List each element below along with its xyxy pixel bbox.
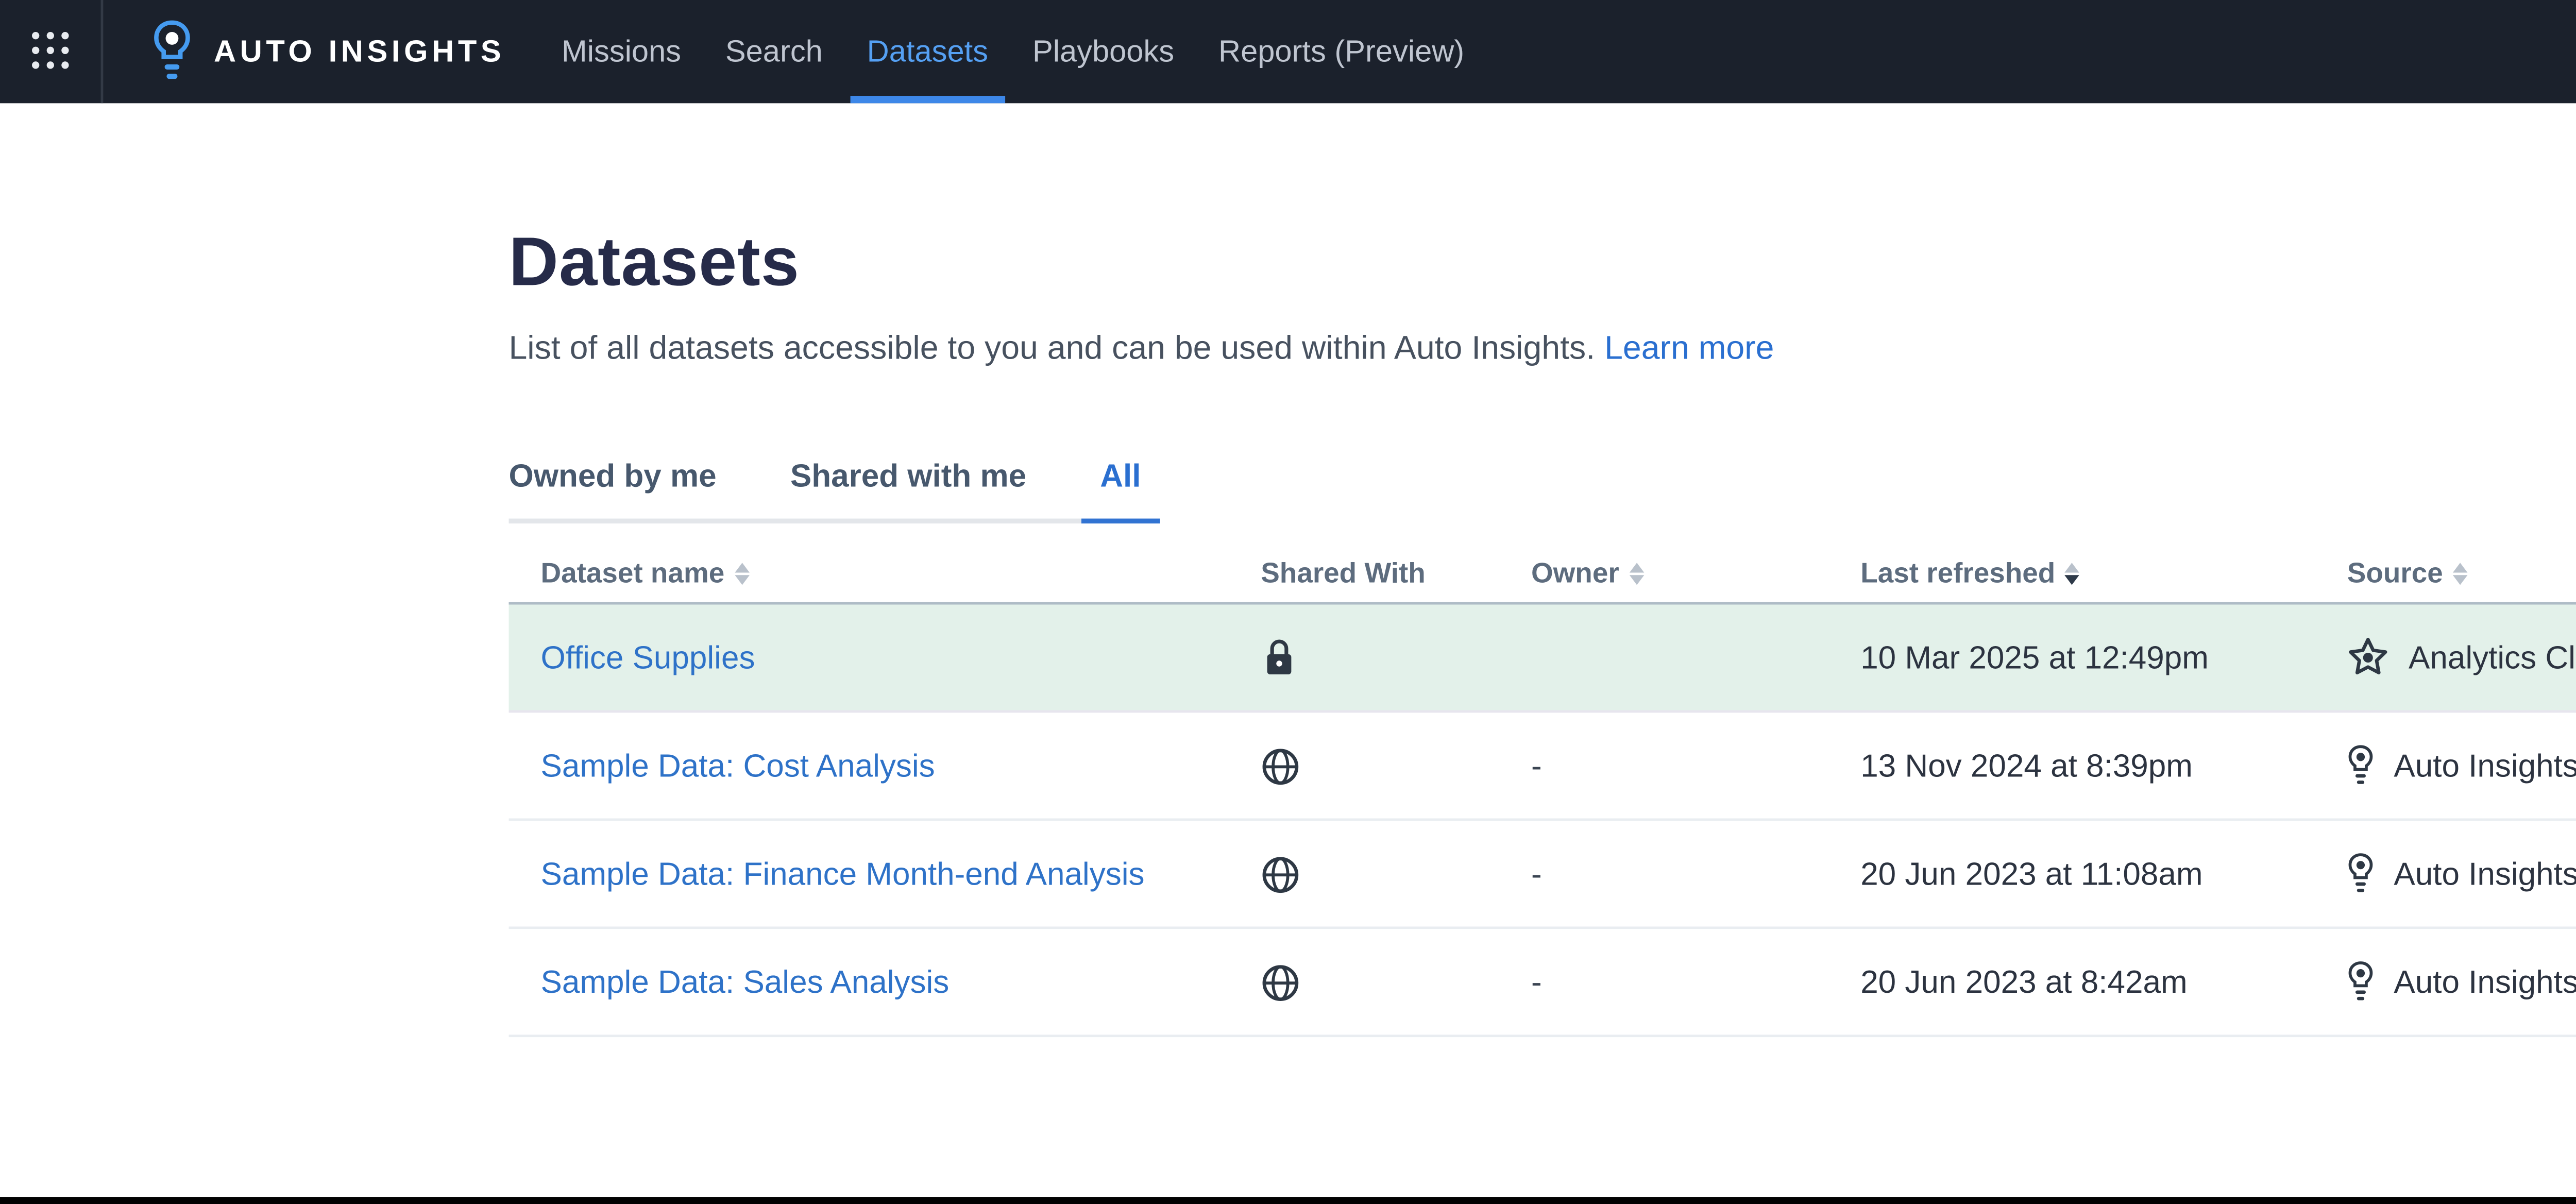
shared-with-cell — [1261, 637, 1531, 679]
nav-item-playbooks[interactable]: Playbooks — [1010, 0, 1196, 103]
source-cell: Auto Insights-Sample Dataset — [2347, 853, 2576, 894]
lightbulb-icon — [2347, 961, 2374, 1003]
app-grid-icon — [31, 32, 70, 71]
screen: AUTO INSIGHTS Missions Search Datasets P… — [0, 0, 2576, 1204]
column-header-dataset-name[interactable]: Dataset name — [509, 559, 1261, 588]
tab-owned-by-me[interactable]: Owned by me — [509, 443, 736, 523]
source-label: Auto Insights-Sample Dataset — [2394, 855, 2576, 892]
owner-cell: - — [1531, 963, 1860, 1000]
lightbulb-logo-icon — [152, 20, 192, 83]
dataset-name-cell: Sample Data: Cost Analysis — [509, 743, 1261, 788]
dataset-name-link[interactable]: Sample Data: Sales Analysis — [540, 962, 949, 999]
globe-icon — [1261, 746, 1300, 785]
owner-cell: - — [1531, 747, 1860, 784]
bottom-edge-bar — [0, 1197, 2576, 1204]
table-header-row: Dataset name Shared With Owner Last refresh… — [509, 546, 2576, 604]
source-cell: Auto Insights-Sample Dataset — [2347, 744, 2576, 786]
shared-with-cell — [1261, 854, 1531, 893]
owner-cell: - — [1531, 855, 1860, 892]
page-title: Datasets — [509, 226, 2576, 300]
column-header-owner[interactable]: Owner — [1531, 559, 1860, 588]
sort-arrows-icon — [2065, 563, 2080, 585]
dataset-name-link[interactable]: Office Supplies — [540, 638, 755, 675]
last-refreshed-cell: 20 Jun 2023 at 11:08am — [1860, 855, 2347, 892]
nav-item-datasets[interactable]: Datasets — [845, 0, 1010, 103]
nav-item-missions[interactable]: Missions — [539, 0, 703, 103]
globe-icon — [1261, 854, 1300, 893]
dataset-name-link[interactable]: Sample Data: Finance Month-end Analysis — [540, 854, 1144, 891]
column-label: Shared With — [1261, 559, 1426, 588]
sort-arrows-icon — [2453, 563, 2468, 585]
column-label: Source — [2347, 559, 2443, 588]
table-row: Sample Data: Sales Analysis - — [509, 929, 2576, 1037]
brand-name: AUTO INSIGHTS — [214, 35, 505, 69]
tab-shared-with-me[interactable]: Shared with me — [771, 443, 1046, 523]
source-cell: Auto Insights-Sample Dataset — [2347, 961, 2576, 1003]
source-label: Auto Insights-Sample Dataset — [2394, 963, 2576, 1000]
column-header-last-refreshed[interactable]: Last refreshed — [1860, 559, 2347, 588]
sort-arrows-icon — [734, 563, 749, 585]
nav-item-search[interactable]: Search — [703, 0, 845, 103]
last-refreshed-cell: 10 Mar 2025 at 12:49pm — [1860, 639, 2347, 676]
dataset-name-link[interactable]: Sample Data: Cost Analysis — [540, 746, 935, 783]
column-header-source[interactable]: Source — [2347, 559, 2576, 588]
filter-tabs: Owned by me Shared with me All — [509, 443, 1160, 523]
top-navbar: AUTO INSIGHTS Missions Search Datasets P… — [0, 0, 2576, 103]
shared-with-cell — [1261, 746, 1531, 785]
owner-value: - — [1531, 963, 1542, 1000]
table-row: Sample Data: Cost Analysis - — [509, 713, 2576, 821]
source-cell: Analytics Cloud-File Upload — [2347, 637, 2576, 679]
lock-icon — [1261, 637, 1298, 679]
lightbulb-icon — [2347, 853, 2374, 894]
table-body: Office Supplies 10 Mar 2025 — [509, 605, 2576, 1038]
primary-nav: Missions Search Datasets Playbooks Repor… — [539, 0, 1486, 103]
column-label: Owner — [1531, 559, 1619, 588]
sort-arrows-icon — [1629, 563, 1644, 585]
source-label: Auto Insights-Sample Dataset — [2394, 747, 2576, 784]
owner-value: - — [1531, 855, 1542, 892]
last-refreshed-cell: 13 Nov 2024 at 8:39pm — [1860, 747, 2347, 784]
shared-with-cell — [1261, 962, 1531, 1002]
page-subtitle: List of all datasets accessible to you a… — [509, 329, 2576, 368]
globe-icon — [1261, 962, 1300, 1002]
brand-logo[interactable]: AUTO INSIGHTS — [103, 0, 539, 103]
lightbulb-icon — [2347, 744, 2374, 786]
owner-value: - — [1531, 747, 1542, 784]
analytics-cloud-icon — [2347, 637, 2389, 679]
column-header-shared-with: Shared With — [1261, 559, 1531, 588]
column-label: Last refreshed — [1860, 559, 2055, 588]
nav-item-reports-preview[interactable]: Reports (Preview) — [1196, 0, 1486, 103]
learn-more-link[interactable]: Learn more — [1604, 329, 1774, 366]
datasets-table: Dataset name Shared With Owner Last refresh… — [509, 546, 2576, 1037]
table-row: Sample Data: Finance Month-end Analysis … — [509, 821, 2576, 929]
dataset-name-cell: Sample Data: Sales Analysis — [509, 960, 1261, 1004]
column-label: Dataset name — [540, 559, 724, 588]
dataset-name-cell: Sample Data: Finance Month-end Analysis — [509, 852, 1261, 896]
table-row: Office Supplies 10 Mar 2025 — [509, 605, 2576, 713]
subtitle-text: List of all datasets accessible to you a… — [509, 329, 1595, 366]
tab-all[interactable]: All — [1080, 443, 1161, 523]
toolbar: Owned by me Shared with me All — [509, 443, 2576, 523]
main-content: Datasets List of all datasets accessible… — [0, 226, 2576, 1037]
app-grid-button[interactable] — [0, 0, 103, 103]
source-label: Analytics Cloud-File Upload — [2409, 639, 2576, 676]
dataset-name-cell: Office Supplies — [509, 635, 1261, 680]
last-refreshed-cell: 20 Jun 2023 at 8:42am — [1860, 963, 2347, 1000]
